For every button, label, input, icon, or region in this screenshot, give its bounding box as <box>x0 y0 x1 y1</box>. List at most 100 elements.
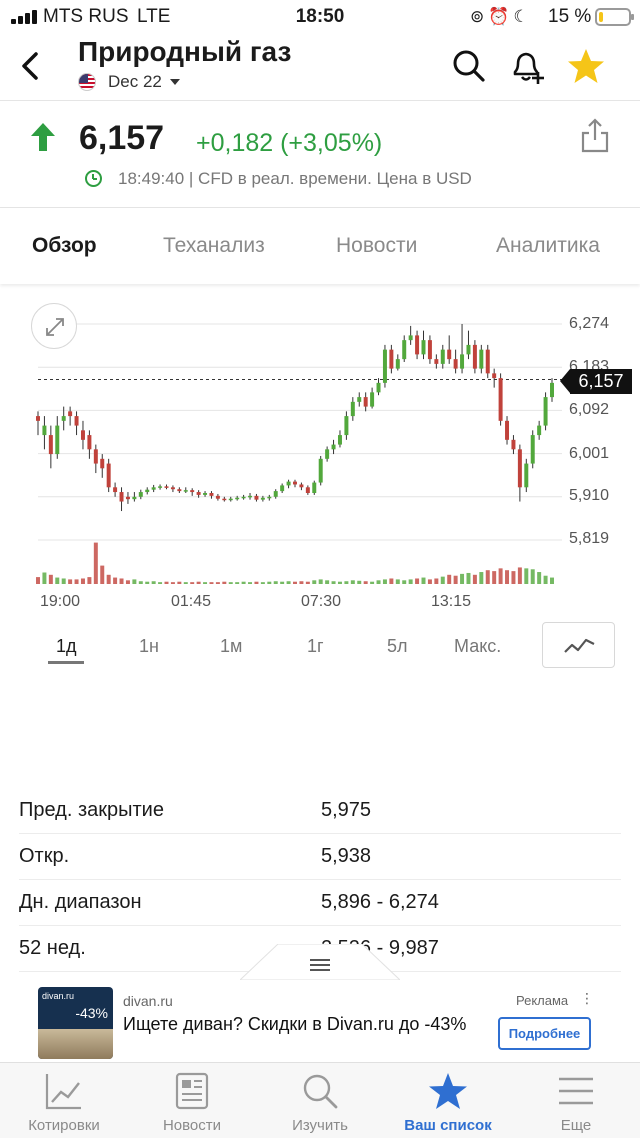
period-1w[interactable]: 1н <box>139 636 159 657</box>
candle-body <box>312 482 317 494</box>
candle-body <box>48 435 53 455</box>
volume-bar <box>113 577 118 584</box>
period-1y[interactable]: 1г <box>307 636 324 657</box>
candle-body <box>248 495 253 498</box>
volume-bar <box>460 573 465 584</box>
sofa-image <box>38 1029 113 1059</box>
y-tick-label: 6,274 <box>569 315 610 332</box>
volume-bar <box>48 574 53 584</box>
volume-bar <box>305 581 310 584</box>
volume-bar <box>183 582 188 584</box>
period-1m[interactable]: 1м <box>220 636 242 657</box>
nav-more[interactable]: Еще <box>512 1063 640 1138</box>
volume-bar <box>421 577 426 584</box>
candle-body <box>505 420 510 440</box>
candle-body <box>408 335 413 341</box>
status-icons: ⊚⏰☾ <box>470 7 533 27</box>
volume-bar <box>395 579 400 584</box>
chart-type-button[interactable] <box>542 622 615 668</box>
candle-body <box>80 430 85 440</box>
candlestick-chart <box>36 323 562 584</box>
candle-body <box>55 425 60 455</box>
stat-label: Пред. закрытие <box>19 799 164 821</box>
nav-watchlist[interactable]: Ваш список <box>384 1063 512 1138</box>
volume-bar <box>530 569 535 584</box>
volume-bar <box>170 582 175 584</box>
volume-bar <box>145 581 150 584</box>
period-5y[interactable]: 5л <box>387 636 408 657</box>
star-icon <box>429 1073 467 1109</box>
volume-bar <box>151 581 156 584</box>
x-tick-label: 13:15 <box>431 593 472 610</box>
volume-bar <box>241 581 246 584</box>
candle-body <box>511 439 516 450</box>
share-icon[interactable] <box>580 117 610 153</box>
candle-body <box>36 416 40 421</box>
nav-news[interactable]: Новости <box>128 1063 256 1138</box>
period-max[interactable]: Макс. <box>454 636 501 657</box>
volume-bar <box>267 581 272 584</box>
moon-icon: ☾ <box>513 7 533 26</box>
volume-bar <box>370 581 375 584</box>
current-price-tag: 6,157 <box>560 369 632 394</box>
period-1d[interactable]: 1д <box>56 636 77 657</box>
candle-body <box>376 382 381 393</box>
expand-chart-button[interactable] <box>31 303 77 349</box>
volume-bar <box>427 579 432 584</box>
candle-body <box>530 435 535 464</box>
ad-cta-button[interactable]: Подробнее <box>498 1017 591 1050</box>
candle-body <box>286 481 291 486</box>
candle-body <box>177 489 182 492</box>
volume-bar <box>472 574 477 584</box>
stat-row: Откр. 5,938 <box>19 834 621 880</box>
candle-body <box>434 359 439 364</box>
volume-bar <box>132 579 137 584</box>
candle-body <box>74 416 79 426</box>
contract-selector[interactable]: Dec 22 <box>78 71 180 93</box>
candle-body <box>447 349 452 360</box>
volume-bar <box>382 579 387 584</box>
tab-overview[interactable]: Обзор <box>32 234 97 258</box>
volume-bar <box>280 581 285 584</box>
volume-bar <box>524 568 529 584</box>
volume-bar <box>363 581 368 584</box>
volume-bar <box>68 579 73 584</box>
x-tick-label: 01:45 <box>171 593 212 610</box>
tab-technical[interactable]: Теханализ <box>163 234 265 258</box>
candle-body <box>196 492 201 495</box>
add-alert-icon[interactable] <box>507 46 547 86</box>
contract-month: Dec 22 <box>108 72 162 91</box>
candle-body <box>106 463 111 488</box>
candle-body <box>132 496 137 500</box>
price-chart[interactable]: 6,274 6,183 6,092 6,001 5,910 5,819 6,15… <box>0 296 640 616</box>
stat-label: Дн. диапазон <box>19 891 142 913</box>
instrument-title: Природный газ <box>78 36 292 67</box>
tab-news[interactable]: Новости <box>336 234 417 258</box>
more-vertical-icon[interactable]: ⋮ <box>580 990 594 1007</box>
volume-bar <box>106 574 111 584</box>
tab-analysis[interactable]: Аналитика <box>496 234 600 258</box>
volume-bar <box>222 581 227 584</box>
back-button[interactable] <box>14 46 48 86</box>
volume-bar <box>209 582 214 584</box>
ad-banner[interactable]: divan.ru -43% divan.ru Реклама ⋮ Ищете д… <box>0 980 640 1062</box>
candle-body <box>158 486 163 488</box>
volume-bar <box>260 582 265 584</box>
candle-body <box>472 344 477 369</box>
volume-bar <box>440 576 445 584</box>
candle-body <box>357 397 362 402</box>
candle-body <box>42 425 47 436</box>
y-tick-label: 5,819 <box>569 530 610 547</box>
candle-body <box>164 486 169 488</box>
nav-explore[interactable]: Изучить <box>256 1063 384 1138</box>
star-icon[interactable] <box>566 46 606 86</box>
candle-body <box>241 496 246 499</box>
volume-bar <box>498 568 503 584</box>
candle-body <box>395 359 400 369</box>
nav-quotes[interactable]: Котировки <box>0 1063 128 1138</box>
candle-body <box>524 463 529 488</box>
candle-body <box>415 335 420 355</box>
candle-body <box>331 444 336 450</box>
drawer-handle[interactable] <box>240 944 400 980</box>
search-icon[interactable] <box>449 46 489 86</box>
